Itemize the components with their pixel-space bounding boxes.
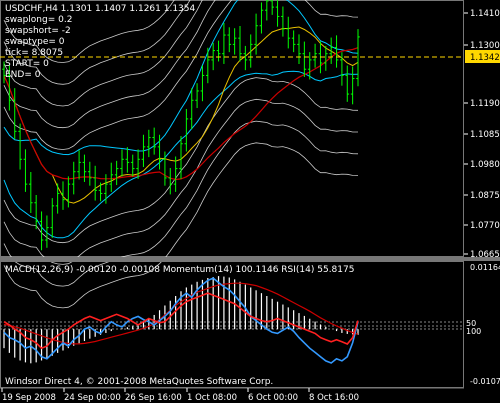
price-tick-label: 1.1300 [470, 41, 500, 51]
trading-chart[interactable]: USDCHF,H4 1.1301 1.1407 1.1261 1.1354 sw… [0, 0, 500, 403]
indicator-header: MACD(12,26,9) -0.00120 -0.00108 Momentum… [5, 265, 354, 275]
price-tick-label: 1.0770 [470, 221, 500, 231]
indicator-axis-bottom: -0.01072 [470, 377, 500, 386]
param-end: END= 0 [5, 70, 41, 80]
price-axis: 1.1410 1.1300 1.1190 1.1085 1.0980 1.087… [464, 9, 500, 260]
price-tick-label: 1.0875 [470, 191, 500, 201]
param-swaptype: swaptype= 0 [5, 37, 65, 47]
param-tick: tick= 8.8075 [5, 48, 63, 58]
indicator-axis-level-100: 100 [466, 327, 481, 336]
time-tick-label: 19 Sep 2008 [2, 393, 56, 403]
indicator-axis-top: 0.01164 [470, 263, 500, 272]
current-price-label: 1.1342 [470, 53, 500, 63]
param-swapshort: swapshort= -2 [5, 26, 71, 36]
price-tick-label: 1.1085 [470, 130, 500, 140]
time-tick-label: 8 Oct 16:00 [309, 393, 359, 403]
price-tick-label: 1.1410 [470, 9, 500, 19]
time-tick-label: 24 Sep 00:00 [64, 393, 121, 403]
time-tick-label: 1 Oct 08:00 [187, 393, 237, 403]
price-tick-label: 1.0980 [470, 160, 500, 170]
param-swaplong: swaplong= 0.2 [5, 15, 72, 25]
price-tick-label: 1.1190 [470, 99, 500, 109]
copyright-text: Windsor Direct 4, © 2001-2008 MetaQuotes… [5, 377, 273, 387]
time-tick-label: 26 Sep 16:00 [125, 393, 182, 403]
pane-separator[interactable] [0, 257, 500, 261]
time-tick-label: 6 Oct 00:00 [248, 393, 298, 403]
main-chart-header: USDCHF,H4 1.1301 1.1407 1.1261 1.1354 [5, 4, 195, 14]
param-start: START= 0 [5, 59, 49, 69]
chart-background [0, 0, 500, 403]
